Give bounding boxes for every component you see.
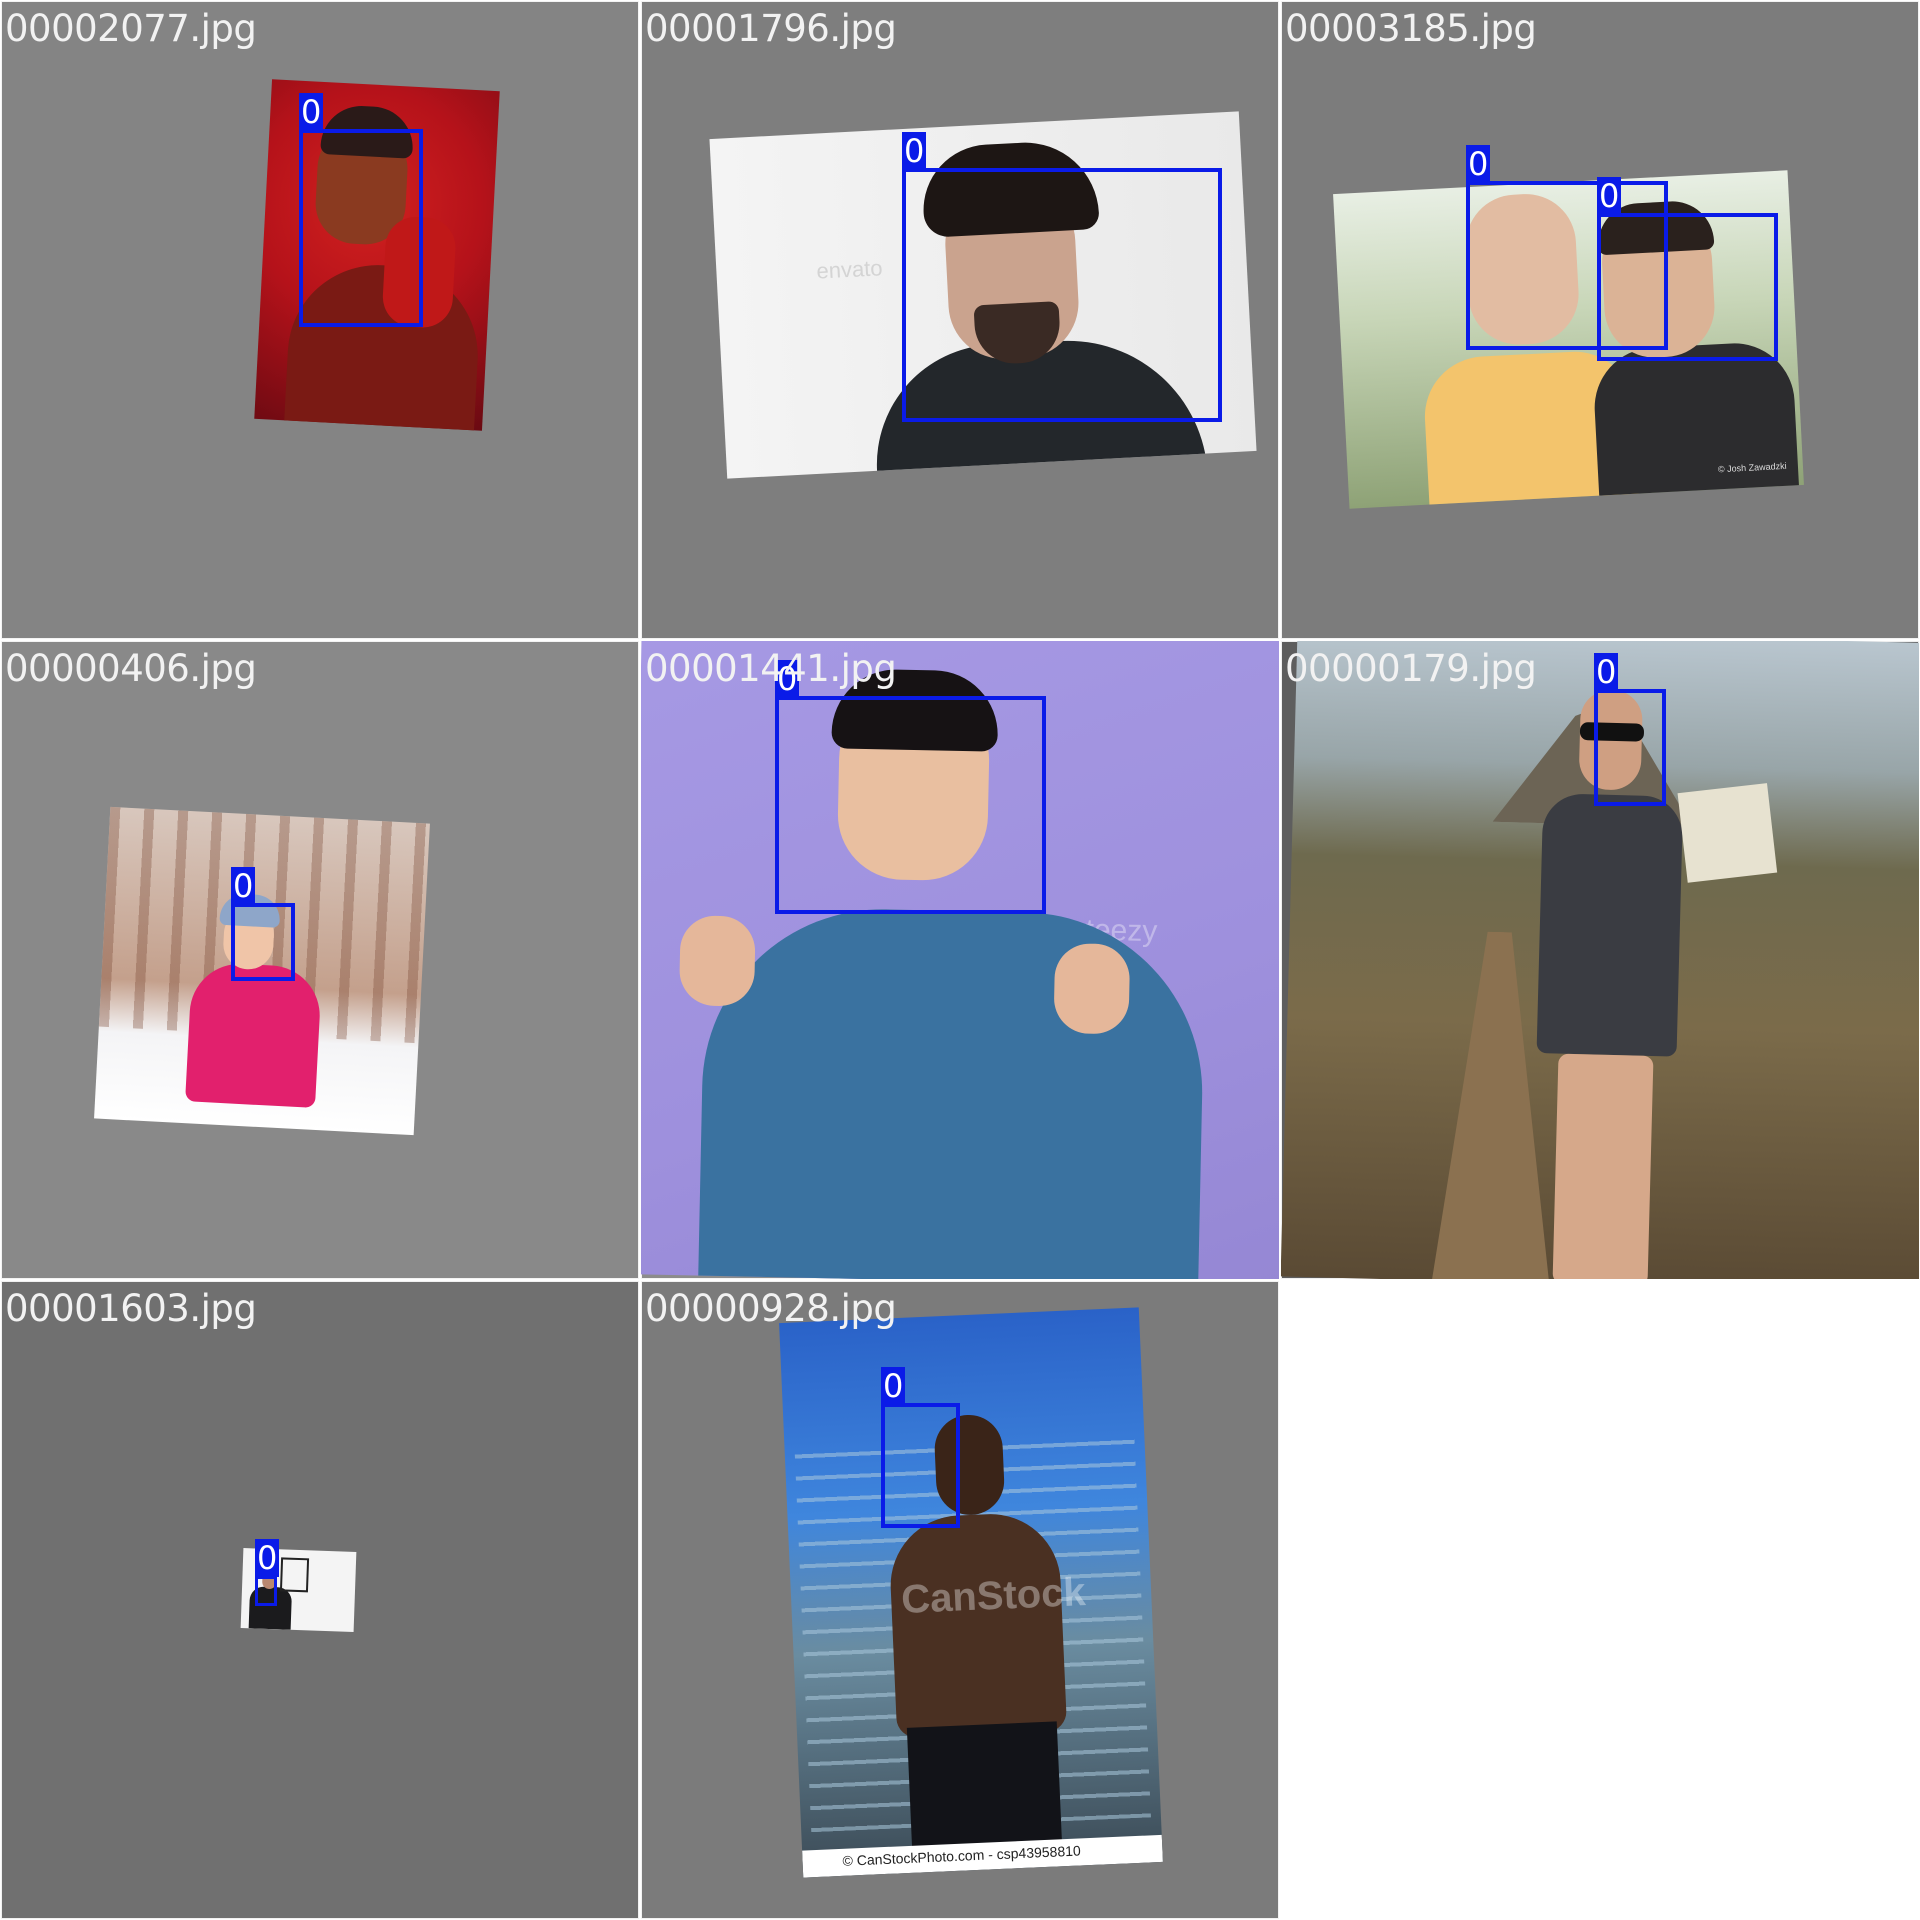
tile-00001603[interactable]: 00001603.jpg 0 — [1, 1281, 639, 1919]
tile-00001796[interactable]: 00001796.jpg envato 0 — [641, 1, 1279, 639]
class-label: 0 — [1597, 177, 1622, 215]
woman-body — [1536, 793, 1684, 1057]
filename-label: 00000179.jpg — [1285, 647, 1537, 690]
tile-00000406[interactable]: 00000406.jpg 0 — [1, 641, 639, 1279]
tile-00000179[interactable]: 00000179.jpg 0 — [1281, 641, 1919, 1279]
filename-label: 00001441.jpg — [645, 647, 897, 690]
watermark: envato — [815, 255, 884, 284]
face-detection-box: 0 — [902, 132, 1222, 422]
boy-right-shirt — [1591, 340, 1800, 501]
woman-legs — [1552, 1053, 1654, 1279]
photo-shirtless-man: CanStock © CanStockPhoto.com - csp439588… — [779, 1307, 1163, 1878]
class-label: 0 — [1594, 653, 1619, 691]
map — [1677, 783, 1778, 883]
fist-left — [678, 915, 756, 1007]
face-detection-box: 0 — [1594, 653, 1666, 806]
class-label: 0 — [902, 132, 927, 170]
class-label: 0 — [231, 867, 256, 905]
filename-label: 00001603.jpg — [5, 1287, 257, 1330]
face-detection-box: 0 — [255, 1539, 280, 1606]
image-grid: 00002077.jpg 0 00001796.jpg envato 0 000… — [0, 0, 1920, 1920]
class-label: 0 — [255, 1539, 280, 1577]
filename-label: 00000928.jpg — [645, 1287, 897, 1330]
tile-00001441[interactable]: Vecteezy 00001441.jpg 0 — [641, 641, 1279, 1279]
filename-label: 00001796.jpg — [645, 7, 897, 50]
torso — [887, 1511, 1068, 1739]
tile-00002077[interactable]: 00002077.jpg 0 — [1, 1, 639, 639]
filename-label: 00003185.jpg — [1285, 7, 1537, 50]
tile-00000928[interactable]: 00000928.jpg CanStock © CanStockPhoto.co… — [641, 1281, 1279, 1919]
jeans — [906, 1721, 1062, 1848]
fist-right — [1053, 942, 1131, 1035]
class-label: 0 — [299, 93, 324, 131]
tile-00003185[interactable]: 00003185.jpg © Josh Zawadzki 0 0 — [1281, 1, 1919, 639]
filename-label: 00002077.jpg — [5, 7, 257, 50]
watermark: CanStock — [900, 1570, 1087, 1623]
class-label: 0 — [881, 1367, 906, 1405]
face-detection-box: 0 — [1597, 177, 1778, 361]
pink-coat — [185, 961, 323, 1108]
tile-empty — [1281, 1281, 1919, 1919]
blank-frame — [279, 1557, 310, 1593]
filename-label: 00000406.jpg — [5, 647, 257, 690]
face-detection-box: 0 — [775, 660, 1046, 914]
class-label: 0 — [1466, 145, 1491, 183]
face-detection-box: 0 — [299, 93, 423, 327]
face-detection-box: 0 — [881, 1367, 960, 1528]
face-detection-box: 0 — [231, 867, 295, 981]
denim-shirt — [698, 905, 1206, 1279]
